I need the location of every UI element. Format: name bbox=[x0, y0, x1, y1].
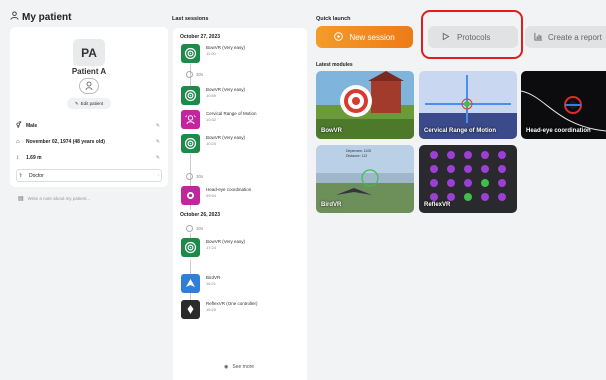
birdvr-hud-line: Dépenses: 1100 bbox=[346, 149, 372, 153]
module-tile-reflexvr[interactable]: ReflexVR bbox=[419, 145, 517, 213]
clock-icon bbox=[186, 173, 193, 180]
session-item[interactable]: BowVR (Very easy) 17:24 bbox=[181, 238, 245, 257]
module-label: Head-eye coordination bbox=[526, 128, 591, 134]
cake-icon: ⌂ bbox=[16, 138, 20, 145]
session-duration: 30s bbox=[186, 225, 203, 232]
quick-launch-title: Quick launch bbox=[316, 16, 351, 22]
birdvr-hud-line: Distance: 112 bbox=[346, 154, 368, 158]
target-icon bbox=[181, 238, 200, 257]
height-icon: ↕ bbox=[16, 154, 19, 161]
avatar: PA bbox=[73, 39, 105, 66]
target-icon bbox=[181, 44, 200, 63]
patient-card: PA Patient A ✎ Edit patient ⚥ Male ✎ ⌂ N… bbox=[10, 27, 168, 187]
chevron-right-icon: › bbox=[157, 172, 159, 179]
highlight-box bbox=[421, 10, 523, 59]
session-item[interactable]: ReflexVR (One controller) 16:20 bbox=[181, 300, 258, 319]
pencil-icon[interactable]: ✎ bbox=[156, 155, 160, 161]
session-date: October 27, 2023 bbox=[180, 34, 221, 40]
session-item[interactable]: BowVR (Very easy) 10:59 bbox=[181, 86, 245, 105]
chart-icon bbox=[534, 32, 543, 43]
module-tile-birdvr[interactable]: Dépenses: 1100 Distance: 112 BirdVR bbox=[316, 145, 414, 213]
last-sessions-panel: October 27, 2023 BowVR (Very easy) 11:00 … bbox=[173, 28, 307, 380]
eye-icon: ◉ bbox=[224, 364, 229, 370]
gender-icon: ⚥ bbox=[16, 123, 22, 129]
bird-icon bbox=[181, 274, 200, 293]
doctor-select[interactable]: ⚕ Doctor › bbox=[16, 169, 162, 182]
session-item[interactable]: BirdVR 16:21 bbox=[181, 274, 220, 293]
pediatric-icon bbox=[79, 78, 99, 94]
module-label: BirdVR bbox=[321, 202, 342, 208]
module-label: ReflexVR bbox=[424, 202, 451, 208]
session-duration: 30s bbox=[186, 173, 203, 180]
module-tile-cervical[interactable]: Cervical Range of Motion bbox=[419, 71, 517, 139]
target-icon bbox=[181, 134, 200, 153]
new-session-button[interactable]: New session bbox=[316, 26, 413, 48]
sex-field[interactable]: ⚥ Male ✎ bbox=[16, 119, 162, 132]
patient-name: Patient A bbox=[71, 67, 107, 76]
pencil-icon: ✎ bbox=[74, 100, 79, 106]
target-icon bbox=[181, 86, 200, 105]
clock-icon bbox=[186, 71, 193, 78]
patient-panel: My patient PA Patient A ✎ Edit patient ⚥… bbox=[0, 0, 170, 380]
module-label: Cervical Range of Motion bbox=[424, 128, 497, 134]
last-sessions-title: Last sessions bbox=[172, 16, 209, 22]
height-field[interactable]: ↕ 1.69 m ✎ bbox=[16, 151, 162, 164]
create-report-button[interactable]: Create a report bbox=[525, 26, 606, 48]
session-date: October 26, 2023 bbox=[180, 212, 221, 218]
pencil-icon[interactable]: ✎ bbox=[156, 139, 160, 145]
module-tile-head-eye[interactable]: Head-eye coordination bbox=[521, 71, 606, 139]
clock-icon bbox=[186, 225, 193, 232]
session-item[interactable]: Cervical Range of Motion 10:32 bbox=[181, 110, 257, 129]
see-more-button[interactable]: ◉ See more bbox=[224, 364, 254, 370]
patient-note-input[interactable]: ▤ Write a note about my patient... bbox=[18, 195, 90, 202]
birthdate-field[interactable]: ⌂ November 02, 1974 (48 years old) ✎ bbox=[16, 135, 162, 148]
session-item[interactable]: BowVR (Very easy) 10:24 bbox=[181, 134, 245, 153]
play-circle-icon bbox=[334, 31, 344, 43]
module-label: BowVR bbox=[321, 128, 342, 134]
latest-modules-title: Latest modules bbox=[316, 62, 353, 68]
pencil-icon[interactable]: ✎ bbox=[156, 123, 160, 129]
cervical-icon bbox=[181, 110, 200, 129]
session-item[interactable]: BowVR (Very easy) 11:00 bbox=[181, 44, 245, 63]
session-item[interactable]: Head-eye coordination 09:54 bbox=[181, 186, 251, 205]
person-icon bbox=[10, 11, 19, 23]
patient-panel-title: My patient bbox=[10, 11, 71, 23]
module-tile-bowvr[interactable]: BowVR bbox=[316, 71, 414, 139]
head-eye-icon bbox=[181, 186, 200, 205]
note-icon: ▤ bbox=[18, 196, 24, 202]
session-duration: 30s bbox=[186, 71, 203, 78]
edit-patient-button[interactable]: ✎ Edit patient bbox=[67, 98, 111, 109]
doctor-icon: ⚕ bbox=[19, 173, 23, 179]
reflex-icon bbox=[181, 300, 200, 319]
